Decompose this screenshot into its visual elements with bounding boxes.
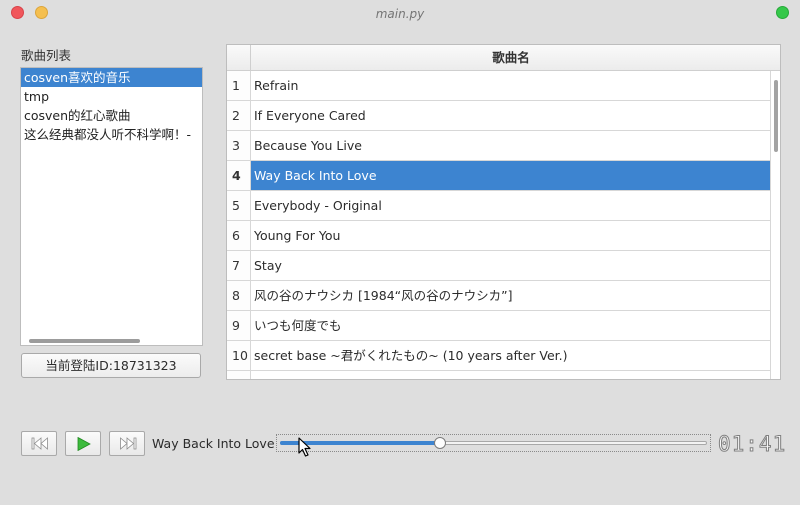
current-login-id-button[interactable]: 当前登陆ID:18731323 xyxy=(21,353,201,378)
table-row[interactable]: 6 Young For You xyxy=(227,221,771,251)
window-title: main.py xyxy=(375,7,425,21)
song-title[interactable]: secret base ~君がくれたもの~ (10 years after Ve… xyxy=(251,341,771,370)
row-number: 3 xyxy=(227,131,251,160)
row-number xyxy=(227,371,251,379)
skip-next-icon xyxy=(120,437,137,450)
table-row[interactable]: 5 Everybody - Original xyxy=(227,191,771,221)
row-number: 2 xyxy=(227,101,251,130)
table-row[interactable]: 7 Stay xyxy=(227,251,771,281)
playlist-item[interactable]: 这么经典都没人听不科学啊！- xyxy=(21,125,202,144)
skip-previous-icon xyxy=(31,437,48,450)
table-row[interactable]: 9 いつも何度でも xyxy=(227,311,771,341)
playlist-heading: 歌曲列表 xyxy=(21,48,72,63)
row-number: 8 xyxy=(227,281,251,310)
table-header: 歌曲名 xyxy=(227,45,780,71)
playlist-horizontal-scrollbar[interactable] xyxy=(29,339,140,343)
play-icon xyxy=(77,437,91,451)
previous-track-button[interactable] xyxy=(21,431,57,456)
playlist-item[interactable]: cosven喜欢的音乐 xyxy=(21,68,202,87)
seek-slider[interactable] xyxy=(276,434,711,452)
song-title[interactable]: Everybody - Original xyxy=(251,191,771,220)
song-title[interactable]: いつも何度でも xyxy=(251,311,771,340)
table-row[interactable] xyxy=(227,371,771,379)
song-title[interactable]: Young For You xyxy=(251,221,771,250)
mouse-cursor-icon xyxy=(298,437,311,457)
song-title[interactable]: Refrain xyxy=(251,71,771,100)
row-number: 6 xyxy=(227,221,251,250)
row-number: 5 xyxy=(227,191,251,220)
table-row[interactable]: 8 风の谷のナウシカ [1984“风の谷のナウシカ”] xyxy=(227,281,771,311)
row-number: 4 xyxy=(227,161,251,190)
column-header-song-name[interactable]: 歌曲名 xyxy=(251,45,771,70)
playlist-item[interactable]: tmp xyxy=(21,87,202,106)
table-rows: 1 Refrain 2 If Everyone Cared 3 Because … xyxy=(227,71,771,379)
play-button[interactable] xyxy=(65,431,101,456)
maximize-window-button[interactable] xyxy=(776,6,789,19)
row-number: 9 xyxy=(227,311,251,340)
now-playing-title: Way Back Into Love xyxy=(152,436,275,451)
scrollbar-thumb[interactable] xyxy=(774,80,778,152)
table-row[interactable]: 4 Way Back Into Love xyxy=(227,161,771,191)
song-title[interactable]: Because You Live xyxy=(251,131,771,160)
song-title[interactable]: Stay xyxy=(251,251,771,280)
song-title[interactable]: Way Back Into Love xyxy=(251,161,771,190)
row-number: 7 xyxy=(227,251,251,280)
song-table: 歌曲名 1 Refrain 2 If Everyone Cared 3 Beca… xyxy=(226,44,781,380)
elapsed-time-display: 01:41 xyxy=(717,432,787,457)
title-bar: main.py xyxy=(0,0,800,28)
song-title[interactable] xyxy=(251,371,771,379)
row-number: 1 xyxy=(227,71,251,100)
table-vertical-scrollbar[interactable] xyxy=(772,71,780,379)
seek-handle[interactable] xyxy=(434,437,447,449)
table-row[interactable]: 2 If Everyone Cared xyxy=(227,101,771,131)
table-row[interactable]: 10 secret base ~君がくれたもの~ (10 years after… xyxy=(227,341,771,371)
row-number: 10 xyxy=(227,341,251,370)
playlist-list[interactable]: cosven喜欢的音乐 tmp cosven的红心歌曲 这么经典都没人听不科学啊… xyxy=(20,67,203,346)
table-row[interactable]: 1 Refrain xyxy=(227,71,771,101)
playlist-item[interactable]: cosven的红心歌曲 xyxy=(21,106,202,125)
table-row[interactable]: 3 Because You Live xyxy=(227,131,771,161)
song-title[interactable]: If Everyone Cared xyxy=(251,101,771,130)
next-track-button[interactable] xyxy=(109,431,145,456)
song-title[interactable]: 风の谷のナウシカ [1984“风の谷のナウシカ”] xyxy=(251,281,771,310)
table-corner[interactable] xyxy=(227,45,251,70)
